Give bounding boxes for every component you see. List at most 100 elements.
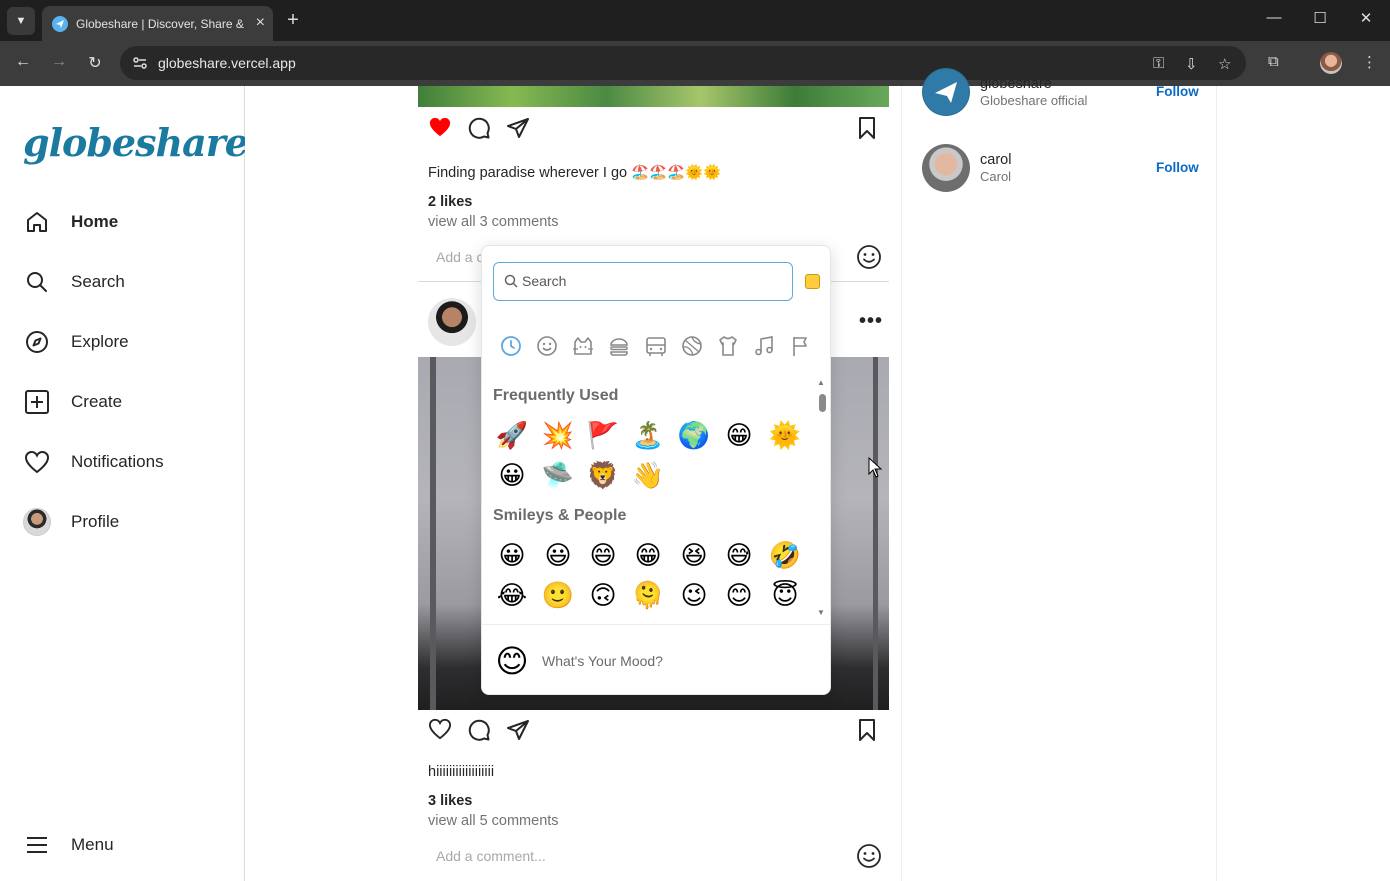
chrome-menu-icon[interactable]: ⋮ [1362,53,1377,71]
globeshare-avatar[interactable] [922,68,970,116]
minimize-icon[interactable]: — [1262,9,1286,26]
likes-count[interactable]: 3 likes [428,793,472,809]
travel-icon[interactable] [644,334,668,358]
bookmark-icon[interactable] [858,718,876,747]
nav-home[interactable]: Home [23,202,233,242]
share-icon[interactable] [506,116,530,145]
recent-icon[interactable] [499,334,523,358]
favicon-icon [52,15,68,32]
emoji-item[interactable]: 🦁 [585,458,621,494]
symbols-icon[interactable] [752,334,776,358]
back-icon[interactable]: ← [12,53,34,71]
comment-icon[interactable] [467,718,491,747]
forward-icon[interactable]: → [48,53,70,71]
section-title-frequently-used: Frequently Used [493,387,619,404]
follow-button[interactable]: Follow [1156,160,1199,175]
nav-home-label: Home [71,212,119,231]
emoji-item[interactable]: 😇 [767,578,803,614]
emoji-item[interactable]: 🚩 [585,418,621,454]
emoji-item[interactable]: 😃 [540,538,576,574]
suggestion-name[interactable]: globeshare [980,76,1052,92]
suggestion-item: carol Carol Follow [922,144,1202,196]
emoji-item[interactable]: 😄 [585,538,621,574]
emoji-item[interactable]: 😁 [721,418,757,454]
emoji-item[interactable]: 😅 [721,538,757,574]
close-tab-icon[interactable]: × [256,14,265,32]
emoji-item[interactable]: 🌍 [676,418,712,454]
nav-notifications[interactable]: Notifications [23,442,233,482]
mouse-cursor-icon [868,457,882,478]
emoji-item[interactable]: 😊 [721,578,757,614]
emoji-item[interactable]: 🚀 [494,418,530,454]
reload-icon[interactable]: ↻ [84,53,106,73]
follow-button[interactable]: Follow [1156,84,1199,99]
emoji-item[interactable]: 🙂 [540,578,576,614]
emoji-smiley-icon[interactable] [856,843,882,869]
emoji-search-field[interactable] [493,262,793,301]
emoji-item[interactable]: 💥 [540,418,576,454]
new-tab-button[interactable]: + [282,9,304,31]
maximize-icon[interactable]: ☐ [1308,9,1332,27]
smiley-icon[interactable] [535,334,559,358]
emoji-item[interactable]: 🏝️ [630,418,666,454]
food-icon[interactable] [607,334,631,358]
emoji-item[interactable]: 😀 [494,458,530,494]
emoji-picker: Frequently Used 🚀 💥 🚩 🏝️ 🌍 😁 🌞 😀 🛸 🦁 👋 S… [481,245,831,695]
scroll-down-arrow-icon[interactable]: ▼ [817,608,825,617]
flags-icon[interactable] [789,334,813,358]
liked-heart-icon[interactable] [428,116,452,143]
compass-icon [23,328,51,356]
comment-icon[interactable] [467,116,491,145]
bookmark-icon[interactable] [858,116,876,145]
emoji-item[interactable]: 🛸 [540,458,576,494]
preview-emoji: 😊 [495,643,529,679]
emoji-scrollbar-thumb[interactable] [819,394,826,412]
post-author-avatar[interactable] [428,298,476,346]
emoji-item[interactable]: 🤣 [767,538,803,574]
emoji-item[interactable]: 😉 [676,578,712,614]
logo-text: globeshare [23,120,249,165]
view-comments-link[interactable]: view all 5 comments [428,813,559,829]
nav-search[interactable]: Search [23,262,233,302]
emoji-smiley-icon[interactable] [856,244,882,270]
nav-create[interactable]: Create [23,382,233,422]
browser-tab[interactable]: Globeshare | Discover, Share & Connect × [42,6,273,41]
nav-profile[interactable]: Profile [23,502,233,542]
url-text: globeshare.vercel.app [158,55,296,71]
emoji-item[interactable]: 😁 [630,538,666,574]
emoji-item[interactable]: 😆 [676,538,712,574]
emoji-item[interactable]: 😂 [494,578,530,614]
add-comment-input[interactable]: Add a comment... [436,848,546,864]
view-comments-link[interactable]: view all 3 comments [428,214,559,230]
image-detail [873,357,878,710]
chrome-profile-avatar[interactable] [1320,52,1342,74]
emoji-item[interactable]: 🌞 [767,418,803,454]
emoji-item[interactable]: 🫠 [630,578,666,614]
more-options-icon[interactable]: ••• [859,310,883,333]
extensions-icon[interactable]: ⧉ [1268,53,1279,70]
nav-menu[interactable]: Menu [23,825,233,865]
like-heart-icon[interactable] [428,718,452,745]
emoji-item[interactable]: 👋 [630,458,666,494]
logo[interactable]: globeshare [23,120,249,165]
share-icon[interactable] [506,718,530,747]
emoji-item[interactable]: 😀 [494,538,530,574]
search-icon [23,268,51,296]
nav-create-label: Create [71,392,123,411]
site-info-icon[interactable] [132,55,148,71]
objects-icon[interactable] [716,334,740,358]
skin-tone-selector[interactable] [805,274,820,289]
emoji-search-input[interactable] [522,271,782,291]
activity-icon[interactable] [680,334,704,358]
post-image[interactable] [418,86,889,107]
carol-avatar[interactable] [922,144,970,192]
animal-icon[interactable] [571,334,595,358]
bookmark-star-icon[interactable]: ☆ [1218,55,1231,73]
likes-count[interactable]: 2 likes [428,194,472,210]
tab-list-button[interactable]: ▼ [7,7,35,35]
nav-explore[interactable]: Explore [23,322,233,362]
suggestion-name[interactable]: carol [980,152,1011,168]
emoji-item[interactable]: 🙃 [585,578,621,614]
scroll-up-arrow-icon[interactable]: ▲ [817,378,825,387]
close-window-icon[interactable]: ✕ [1354,9,1378,27]
